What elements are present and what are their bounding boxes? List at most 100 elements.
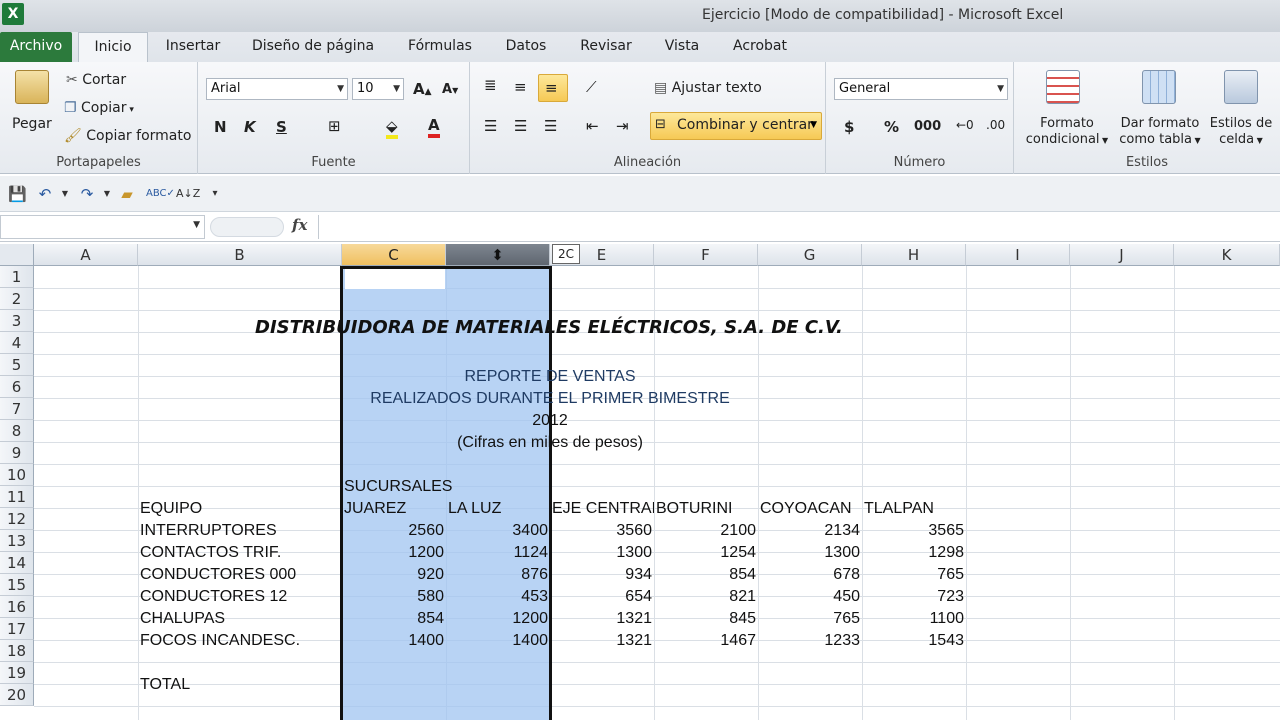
cell-styles-button[interactable]: Estilos de celda ▼ [1206,116,1276,149]
header-tlalpan[interactable]: TLALPAN [864,498,934,520]
row-header[interactable]: 6 [0,376,34,398]
report-subtitle[interactable]: REPORTE DE VENTAS [342,366,758,388]
save-icon[interactable]: 💾 [8,185,27,203]
customize-qat-icon[interactable]: ▾ [206,185,224,203]
sort-az-icon[interactable]: A↓Z [176,185,200,203]
row-header[interactable]: 14 [0,552,34,574]
sales-value-cell[interactable]: 3400 [446,520,548,542]
sales-value-cell[interactable]: 1467 [654,630,756,652]
row-header[interactable]: 1 [0,266,34,288]
increase-decimal-icon[interactable]: ←0 [956,118,974,132]
sales-value-cell[interactable]: 854 [654,564,756,586]
decrease-indent-icon[interactable]: ⇤ [586,117,599,135]
align-center-icon[interactable]: ☰ [514,117,527,135]
row-header[interactable]: 9 [0,442,34,464]
header-boturini[interactable]: BOTURINI [656,498,732,520]
row-header[interactable]: 11 [0,486,34,508]
column-header-h[interactable]: H [862,244,966,266]
sales-value-cell[interactable]: 2134 [758,520,860,542]
column-header-d[interactable]: ⬍ [446,244,550,266]
format-painter-button[interactable]: 🖌 Copiar formato [64,128,191,144]
formula-input[interactable] [318,215,1280,239]
header-juarez[interactable]: JUAREZ [344,498,406,520]
sales-value-cell[interactable]: 1400 [446,630,548,652]
column-header-k[interactable]: K [1174,244,1280,266]
paste-icon[interactable] [15,70,49,104]
row-header[interactable]: 10 [0,464,34,486]
row-header[interactable]: 7 [0,398,34,420]
sales-value-cell[interactable]: 1200 [342,542,444,564]
align-bottom-button[interactable]: ≡ [538,74,568,102]
merge-center-button[interactable]: Combinar y centrar ⊟ ▼ [650,112,822,140]
thousands-icon[interactable]: 000 [914,119,941,134]
open-folder-icon[interactable]: ▰ [118,185,136,203]
row-header[interactable]: 19 [0,662,34,684]
sales-value-cell[interactable]: 854 [342,608,444,630]
item-name-cell[interactable]: CONDUCTORES 000 [140,564,340,586]
item-name-cell[interactable]: CHALUPAS [140,608,340,630]
tab-revisar[interactable]: Revisar [574,32,638,62]
cell-styles-icon[interactable] [1224,70,1258,104]
total-label[interactable]: TOTAL [140,674,190,696]
wrap-text-button[interactable]: ▤ Ajustar texto [654,80,762,96]
sales-value-cell[interactable]: 845 [654,608,756,630]
tab-inicio[interactable]: Inicio [78,32,148,62]
chevron-down-icon[interactable]: ▼ [98,185,116,203]
increase-indent-icon[interactable]: ⇥ [616,117,629,135]
spelling-icon[interactable]: ABC✓ [146,185,175,203]
report-year[interactable]: 2012 [446,410,654,432]
insert-function-icon[interactable]: fx [292,216,307,234]
row-header[interactable]: 12 [0,508,34,530]
copy-button[interactable]: ❐ Copiar ▾ [64,100,134,116]
column-header-f[interactable]: F [654,244,758,266]
sales-value-cell[interactable]: 934 [550,564,652,586]
borders-icon[interactable]: ⊞ [328,117,341,135]
row-header[interactable]: 8 [0,420,34,442]
sales-value-cell[interactable]: 1200 [446,608,548,630]
sucursales-label[interactable]: SUCURSALES [344,476,452,498]
sales-value-cell[interactable]: 580 [342,586,444,608]
redo-icon[interactable]: ↷ [78,185,96,203]
tab-datos[interactable]: Datos [498,32,554,62]
align-right-icon[interactable]: ☰ [544,117,557,135]
row-header[interactable]: 15 [0,574,34,596]
tab-formulas[interactable]: Fórmulas [400,32,480,62]
row-header[interactable]: 13 [0,530,34,552]
chevron-down-icon[interactable]: ▼ [193,220,200,230]
column-header-a[interactable]: A [34,244,138,266]
row-header[interactable]: 16 [0,596,34,618]
decrease-decimal-icon[interactable]: .00 [986,118,1005,132]
cut-button[interactable]: ✂ Cortar [66,72,126,88]
align-top-icon[interactable]: ≣ [484,76,497,94]
column-header-i[interactable]: I [966,244,1070,266]
bold-icon[interactable]: N [214,118,227,136]
percent-icon[interactable]: % [884,118,899,136]
report-note[interactable]: (Cifras en miles de pesos) [342,432,758,454]
row-header[interactable]: 2 [0,288,34,310]
sales-value-cell[interactable]: 821 [654,586,756,608]
orientation-icon[interactable]: ⟋ [586,78,597,96]
column-header-g[interactable]: G [758,244,862,266]
select-all-corner[interactable] [0,244,34,266]
fill-color-icon[interactable]: ⬙ [386,117,398,139]
chevron-down-icon[interactable]: ▼ [810,120,817,130]
sales-value-cell[interactable]: 1100 [862,608,964,630]
sales-value-cell[interactable]: 450 [758,586,860,608]
item-name-cell[interactable]: INTERRUPTORES [140,520,340,542]
font-color-icon[interactable]: A [428,116,440,138]
paste-button[interactable]: Pegar [12,116,52,132]
report-period[interactable]: REALIZADOS DURANTE EL PRIMER BIMESTRE [342,388,758,410]
sales-value-cell[interactable]: 3565 [862,520,964,542]
sales-value-cell[interactable]: 1298 [862,542,964,564]
excel-logo-icon[interactable]: X [2,3,24,25]
sales-value-cell[interactable]: 1321 [550,630,652,652]
undo-icon[interactable]: ↶ [36,185,54,203]
row-header[interactable]: 3 [0,310,34,332]
sales-value-cell[interactable]: 1300 [758,542,860,564]
header-eje-central[interactable]: EJE CENTRAL [552,498,654,520]
column-header-b[interactable]: B [138,244,342,266]
sales-value-cell[interactable]: 2100 [654,520,756,542]
header-la-luz[interactable]: LA LUZ [448,498,501,520]
align-left-icon[interactable]: ☰ [484,117,497,135]
sales-value-cell[interactable]: 765 [862,564,964,586]
